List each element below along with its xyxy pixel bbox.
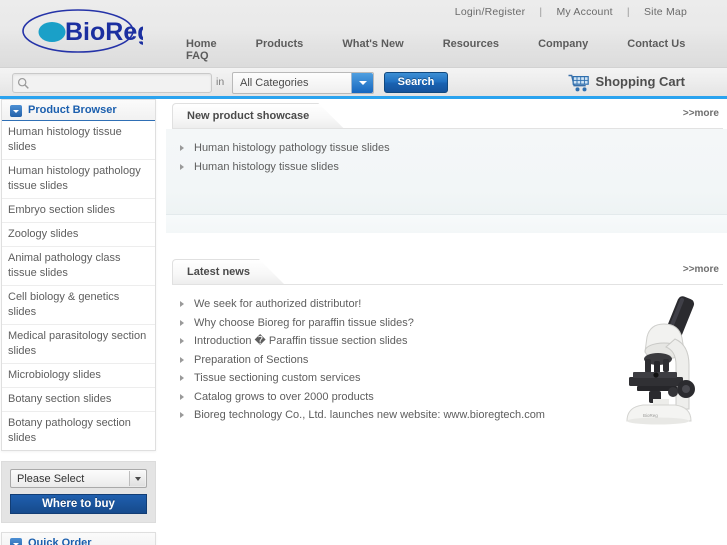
nav-item-faq[interactable]: FAQ: [186, 50, 209, 62]
region-select[interactable]: Please Select: [10, 469, 147, 488]
tab-latest-news[interactable]: Latest news: [172, 259, 285, 285]
link-separator: |: [626, 6, 630, 18]
sidebar: Product Browser Human histology tissue s…: [0, 99, 160, 545]
showcase-bottom-strip: [166, 215, 727, 233]
where-to-buy-button[interactable]: Where to buy: [10, 494, 147, 514]
site-header: BioReg Login/Register | My Account | Sit…: [0, 0, 727, 68]
microscope-image: BioReg: [626, 296, 695, 425]
category-select[interactable]: All Categories: [232, 72, 374, 94]
latest-news-card: Latest news >>more We seek for authorize…: [166, 255, 727, 435]
nav-item-contact-us[interactable]: Contact Us: [627, 38, 685, 50]
news-item-1[interactable]: Why choose Bioreg for paraffin tissue sl…: [194, 317, 414, 329]
showcase-card-body: Human histology pathology tissue slides …: [166, 129, 727, 215]
showcase-item-1[interactable]: Human histology tissue slides: [194, 161, 339, 173]
product-browser-panel: Product Browser Human histology tissue s…: [1, 99, 156, 451]
search-in-label: in: [216, 76, 225, 88]
quick-order-title: Quick Order: [28, 537, 92, 545]
sidebar-item-medical-parasitology-section-slides[interactable]: Medical parasitology section slides: [2, 325, 155, 363]
sidebar-item-embryo-section-slides[interactable]: Embryo section slides: [2, 199, 155, 222]
news-item-4[interactable]: Tissue sectioning custom services: [194, 372, 361, 384]
news-card-body: We seek for authorized distributor! Why …: [166, 285, 727, 435]
news-item-5[interactable]: Catalog grows to over 2000 products: [194, 391, 374, 403]
list-item[interactable]: Embryo section slides: [2, 199, 155, 223]
sidebar-item-cell-biology-genetics-slides[interactable]: Cell biology & genetics slides: [2, 286, 155, 324]
region-select-value: Please Select: [17, 473, 85, 485]
page-root: BioReg Login/Register | My Account | Sit…: [0, 0, 727, 545]
nav-item-company[interactable]: Company: [538, 38, 588, 50]
chevron-down-box-icon[interactable]: [10, 105, 22, 117]
sidebar-item-botany-section-slides[interactable]: Botany section slides: [2, 388, 155, 411]
where-to-buy-panel: Please Select Where to buy: [1, 461, 156, 523]
nav-item-resources[interactable]: Resources: [443, 38, 499, 50]
quick-order-panel: Quick Order input Catelog #,place order …: [1, 532, 156, 545]
list-item[interactable]: Cell biology & genetics slides: [2, 286, 155, 325]
list-item[interactable]: Microbiology slides: [2, 364, 155, 388]
nav-item-home[interactable]: Home: [186, 38, 217, 50]
site-map-link[interactable]: Site Map: [644, 6, 687, 18]
list-item[interactable]: Human histology pathology tissue slides: [166, 139, 727, 158]
chevron-down-icon[interactable]: [351, 73, 373, 93]
search-icon: [17, 77, 29, 89]
shopping-cart-label: Shopping Cart: [595, 74, 685, 89]
svg-text:BioReg: BioReg: [65, 18, 143, 46]
sidebar-item-animal-pathology-class-tissue-slides[interactable]: Animal pathology class tissue slides: [2, 247, 155, 285]
chevron-down-icon[interactable]: [129, 471, 145, 486]
nav-item-products[interactable]: Products: [256, 38, 304, 50]
search-field-wrapper[interactable]: [12, 73, 212, 93]
shopping-cart-icon: [568, 74, 590, 92]
product-browser-title: Product Browser: [28, 104, 117, 116]
sidebar-item-botany-pathology-section-slides[interactable]: Botany pathology section slides: [2, 412, 155, 450]
tab-new-product-showcase[interactable]: New product showcase: [172, 103, 344, 129]
showcase-item-0[interactable]: Human histology pathology tissue slides: [194, 142, 390, 154]
nav-item-whats-new[interactable]: What's New: [342, 38, 403, 50]
list-item[interactable]: Human histology pathology tissue slides: [2, 160, 155, 199]
news-item-3[interactable]: Preparation of Sections: [194, 354, 308, 366]
shopping-cart-link[interactable]: Shopping Cart: [568, 74, 685, 92]
list-item[interactable]: Human histology tissue slides: [2, 121, 155, 160]
news-more-link[interactable]: >>more: [683, 264, 719, 275]
sidebar-item-zoology-slides[interactable]: Zoology slides: [2, 223, 155, 246]
list-item[interactable]: Botany pathology section slides: [2, 412, 155, 450]
page-body: Product Browser Human histology tissue s…: [0, 99, 727, 545]
svg-text:BioReg: BioReg: [643, 413, 658, 418]
main-navigation: Home Products What's New Resources Compa…: [186, 38, 727, 62]
list-item[interactable]: Botany section slides: [2, 388, 155, 412]
product-browser-header[interactable]: Product Browser: [2, 99, 155, 121]
list-item[interactable]: Zoology slides: [2, 223, 155, 247]
list-item[interactable]: Medical parasitology section slides: [2, 325, 155, 364]
login-register-link[interactable]: Login/Register: [455, 6, 526, 18]
search-input[interactable]: [32, 75, 208, 91]
bioreg-ellipse-logo: BioReg: [22, 9, 143, 53]
sidebar-item-microbiology-slides[interactable]: Microbiology slides: [2, 364, 155, 387]
news-card-header: Latest news >>more: [166, 255, 727, 285]
sidebar-item-human-histology-pathology-tissue-slides[interactable]: Human histology pathology tissue slides: [2, 160, 155, 198]
product-category-list: Human histology tissue slides Human hist…: [2, 121, 155, 450]
chevron-down-box-icon[interactable]: [10, 538, 22, 545]
category-select-value: All Categories: [240, 77, 309, 89]
news-item-2[interactable]: Introduction � Paraffin tissue section s…: [194, 335, 407, 347]
showcase-item-list: Human histology pathology tissue slides …: [166, 129, 727, 176]
search-button[interactable]: Search: [384, 72, 448, 93]
top-utility-links: Login/Register | My Account | Site Map: [455, 6, 687, 18]
my-account-link[interactable]: My Account: [556, 6, 612, 18]
showcase-more-link[interactable]: >>more: [683, 108, 719, 119]
list-item[interactable]: Human histology tissue slides: [166, 158, 727, 177]
quick-order-header[interactable]: Quick Order: [2, 532, 155, 545]
sidebar-item-human-histology-tissue-slides[interactable]: Human histology tissue slides: [2, 121, 155, 159]
main-content: New product showcase >>more Human histol…: [166, 99, 727, 441]
site-logo[interactable]: BioReg: [18, 6, 143, 58]
news-item-6[interactable]: Bioreg technology Co., Ltd. launches new…: [194, 409, 545, 421]
search-bar: in All Categories Search Shopping Cart: [0, 68, 727, 99]
showcase-card-header: New product showcase >>more: [166, 99, 727, 129]
list-item[interactable]: Animal pathology class tissue slides: [2, 247, 155, 286]
news-item-0[interactable]: We seek for authorized distributor!: [194, 298, 361, 310]
link-separator: |: [539, 6, 543, 18]
new-product-showcase-card: New product showcase >>more Human histol…: [166, 99, 727, 233]
